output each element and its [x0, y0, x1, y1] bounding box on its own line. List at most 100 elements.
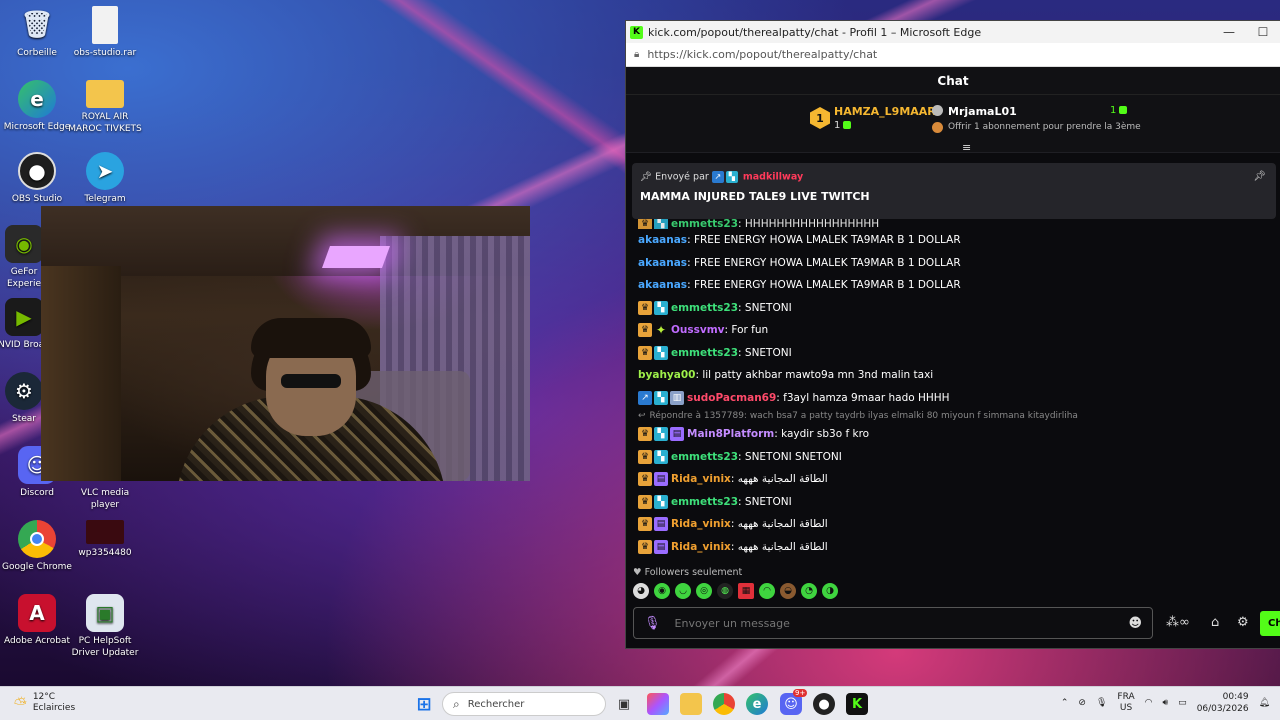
edge-taskbar-icon[interactable]: e: [746, 693, 768, 715]
reply-context: ↩ Répondre à 1357789: wach bsa7 a patty …: [638, 409, 1269, 423]
microphone-tray-icon[interactable]: 🎙︎: [1096, 698, 1107, 708]
followers-only-indicator: ♥ Followers seulement: [633, 567, 742, 578]
reply-icon: ↩: [638, 411, 646, 421]
chrome-taskbar-icon[interactable]: [713, 693, 735, 715]
weather-temperature: 12°C: [32, 692, 56, 702]
nvidia-icon: ▶: [5, 298, 43, 336]
first-gifter-name[interactable]: HAMZA_L9MAAR: [834, 105, 936, 118]
chat-username[interactable]: sudoPacman69: [687, 392, 776, 404]
emote-icon[interactable]: ◔: [801, 583, 817, 599]
chat-username[interactable]: emmetts23: [671, 347, 738, 359]
collapse-chevron-icon[interactable]: ≡: [962, 141, 971, 154]
window-titlebar[interactable]: K kick.com/popout/therealpatty/chat - Pr…: [626, 21, 1280, 43]
chat-username[interactable]: emmetts23: [671, 302, 738, 314]
desktop-icon-wallpaper-file[interactable]: wp3354480: [68, 520, 142, 559]
chat-username[interactable]: akaanas: [638, 257, 687, 269]
crown-badge-icon: ♛: [638, 219, 652, 229]
desktop-icon-edge[interactable]: e Microsoft Edge: [0, 80, 74, 133]
list-item: ♛ ▤ Rida_vinix: الطاقة المجانية هههه: [638, 468, 1269, 491]
desktop-icon-obs-rar[interactable]: obs-studio.rar: [68, 6, 142, 59]
copilot-icon[interactable]: [647, 693, 669, 715]
prediction-icon[interactable]: ⁂∞: [1166, 615, 1190, 630]
emote-icon[interactable]: ▦: [738, 583, 754, 599]
desktop-icon-obs-studio[interactable]: ● OBS Studio: [0, 152, 74, 205]
desktop-icon-recycle-bin[interactable]: 🗑 Corbeille: [0, 6, 74, 59]
settings-gear-icon[interactable]: ⚙: [1237, 615, 1249, 630]
taskbar-clock[interactable]: 00:49 06/03/2026: [1197, 691, 1249, 715]
pinned-sent-by-label: Envoyé par: [655, 171, 709, 183]
chat-username[interactable]: Rida_vinix: [671, 541, 731, 553]
address-bar[interactable]: 🔒︎ https://kick.com/popout/therealpatty/…: [626, 43, 1280, 67]
chat-username[interactable]: emmetts23: [671, 219, 738, 229]
gift-badge-icon: ▤: [654, 517, 668, 532]
chat-message-text: : الطاقة المجانية هههه: [730, 540, 828, 553]
maximize-button[interactable]: ☐: [1246, 25, 1280, 39]
emoji-picker-icon[interactable]: ☻: [1128, 616, 1142, 631]
chat-username[interactable]: emmetts23: [671, 496, 738, 508]
desktop-icon-helpsoft[interactable]: ▣ PC HelpSoft Driver Updater: [68, 594, 142, 659]
windows-start-icon[interactable]: ⊞: [413, 693, 435, 715]
sub-badge-icon: ▚: [654, 300, 668, 315]
speaker-icon[interactable]: 🔊︎: [1163, 698, 1169, 708]
crown-badge-icon: ♛: [638, 345, 652, 360]
minimize-button[interactable]: —: [1212, 25, 1246, 39]
second-gifter-name[interactable]: MrjamaL01: [948, 105, 1017, 118]
chat-username[interactable]: emmetts23: [671, 451, 738, 463]
taskbar-search[interactable]: ⌕ Rechercher: [442, 692, 606, 716]
gift-badge-icon: ▤: [654, 472, 668, 487]
desktop-icon-chrome[interactable]: Google Chrome: [0, 520, 74, 573]
chat-message-text: : SNETONI: [738, 301, 792, 314]
mute-notifications-icon[interactable]: ⊘: [1078, 698, 1086, 708]
sub-badge-icon: ▚: [654, 449, 668, 464]
microphone-icon[interactable]: 🎙︎: [644, 616, 661, 631]
emote-icon[interactable]: ◑: [822, 583, 838, 599]
language-code: FRA: [1117, 692, 1135, 702]
emote-icon[interactable]: ◉: [654, 583, 670, 599]
desktop-icon-label: wp3354480: [78, 548, 132, 558]
chat-username[interactable]: akaanas: [638, 279, 687, 291]
notification-bell-icon[interactable]: 🔔︎: [1259, 698, 1270, 708]
store-icon[interactable]: ⌂: [1211, 615, 1219, 630]
obs-taskbar-icon[interactable]: ●: [813, 693, 835, 715]
weather-widget[interactable]: ⛅︎ 12°C Eclaircies: [14, 692, 75, 714]
chat-message-input[interactable]: [674, 616, 1129, 630]
chat-username[interactable]: Rida_vinix: [671, 518, 731, 530]
kick-taskbar-icon[interactable]: K: [846, 693, 868, 715]
chat-username[interactable]: Rida_vinix: [671, 473, 731, 485]
crown-badge-icon: ♛: [638, 300, 652, 315]
desktop-icon-royal-air-maroc[interactable]: ROYAL AIR MAROC TIVKETS: [68, 80, 142, 135]
pinned-sender-name[interactable]: madkillway: [743, 172, 803, 183]
chat-message-text: : FREE ENERGY HOWA LMALEK TA9MAR B 1 DOL…: [687, 256, 961, 269]
chat-input-box[interactable]: 🎙︎ ☻: [633, 607, 1153, 639]
gift-icon: [843, 121, 852, 129]
third-gifter-prompt[interactable]: Offrir 1 abonnement pour prendre la 3ème: [948, 122, 1141, 132]
send-chat-button[interactable]: Ch: [1260, 611, 1280, 636]
unpin-icon[interactable]: 📌︎: [1253, 171, 1266, 182]
file-explorer-icon[interactable]: [680, 693, 702, 715]
battery-icon[interactable]: ▭: [1178, 698, 1187, 708]
chat-username[interactable]: akaanas: [638, 234, 687, 246]
emote-icon[interactable]: ◒: [780, 583, 796, 599]
language-indicator[interactable]: FRA US: [1117, 692, 1134, 714]
wifi-icon[interactable]: ◠: [1145, 698, 1153, 708]
kick-favicon-icon: K: [630, 25, 643, 39]
emote-icon[interactable]: ◍: [717, 583, 733, 599]
chat-username[interactable]: byahya00: [638, 369, 695, 381]
heart-icon: ♥: [633, 567, 642, 578]
emote-icon[interactable]: ◎: [696, 583, 712, 599]
window-title: kick.com/popout/therealpatty/chat - Prof…: [648, 25, 982, 39]
emote-icon[interactable]: ◠: [759, 583, 775, 599]
emote-icon[interactable]: ◡: [675, 583, 691, 599]
desktop-icon-acrobat[interactable]: A Adobe Acrobat: [0, 594, 74, 647]
list-item: ♛ ▚ ▤ Main8Platform: kaydir sb3o f kro: [638, 423, 1269, 446]
task-view-icon[interactable]: ▣: [613, 693, 635, 715]
tray-overflow-chevron-icon[interactable]: ⌃: [1061, 698, 1069, 708]
taskbar: ⛅︎ 12°C Eclaircies ⊞ ⌕ Rechercher ▣ e ☺ …: [0, 686, 1280, 720]
desktop-icon-label: Discord: [20, 488, 54, 498]
chat-username[interactable]: Oussvmv: [671, 324, 725, 336]
folder-icon: [86, 80, 124, 108]
desktop-icon-telegram[interactable]: ➤ Telegram: [68, 152, 142, 205]
emote-icon[interactable]: ◕: [633, 583, 649, 599]
list-item: ♛ ▚ emmetts23: SNETONI: [638, 491, 1269, 514]
chat-username[interactable]: Main8Platform: [687, 428, 774, 440]
